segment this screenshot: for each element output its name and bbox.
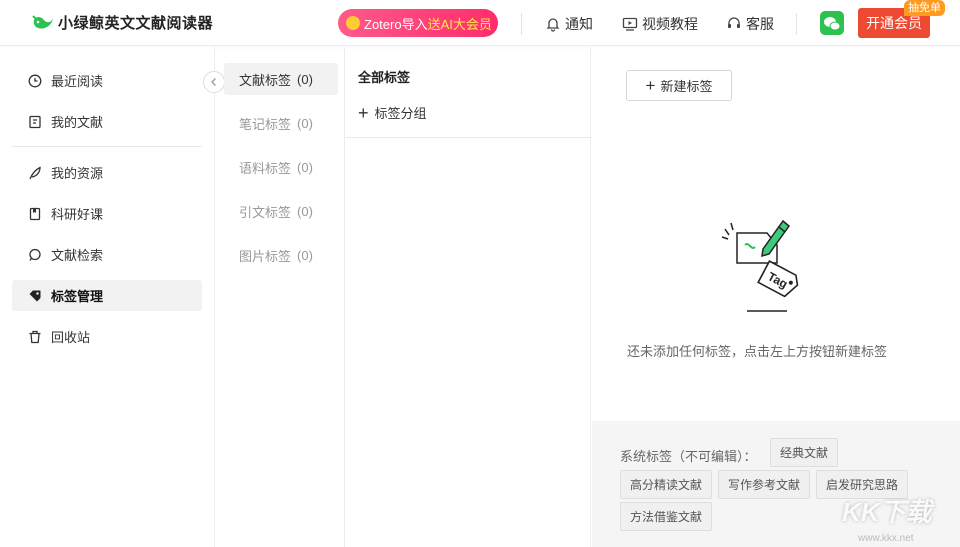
sidebar-item-label: 回收站 bbox=[51, 330, 91, 345]
app-logo[interactable]: 小绿鲸英文文献阅读器 bbox=[32, 12, 213, 33]
watermark-logo: KK下载 bbox=[842, 497, 932, 527]
promo-highlight: 送AI大会员 bbox=[427, 16, 492, 32]
whale-logo-icon bbox=[32, 14, 53, 29]
sidebar: 最近阅读 我的文献 我的资源 科研好课 文献检索 标签管理 回收站 bbox=[0, 47, 215, 547]
system-tag[interactable]: 经典文献 bbox=[770, 438, 839, 467]
sidebar-item-label: 最近阅读 bbox=[51, 74, 104, 89]
add-tag-group-button[interactable]: + 标签分组 bbox=[358, 103, 427, 122]
empty-state-message: 还未添加任何标签，点击左上方按钮新建标签 bbox=[627, 344, 888, 359]
category-label: 笔记标签 bbox=[239, 116, 292, 132]
app-title: 小绿鲸英文文献阅读器 bbox=[58, 15, 214, 32]
sidebar-item-label: 我的文献 bbox=[51, 115, 104, 130]
all-tags-heading[interactable]: 全部标签 bbox=[358, 67, 410, 86]
sidebar-divider bbox=[12, 146, 202, 147]
video-tutorial-button[interactable]: 视频教程 bbox=[622, 14, 698, 34]
video-label: 视频教程 bbox=[642, 16, 698, 32]
vip-badge: 抽免单 bbox=[904, 0, 945, 16]
tag-category-notes[interactable]: 笔记标签 (0) bbox=[224, 107, 338, 139]
notify-label: 通知 bbox=[565, 16, 593, 32]
system-tags-label: 系统标签（不可编辑）： bbox=[620, 449, 757, 464]
heart-icon bbox=[346, 16, 360, 30]
search-icon bbox=[29, 248, 41, 261]
tag-category-citations[interactable]: 引文标签 (0) bbox=[224, 195, 338, 227]
watermark-url: www.kkx.net bbox=[858, 533, 914, 544]
category-count: (0) bbox=[297, 115, 313, 131]
zotero-promo-banner[interactable]: Zotero导入 送AI大会员 bbox=[338, 9, 498, 37]
sidebar-item-resources[interactable]: 我的资源 bbox=[12, 157, 202, 188]
app-header: 小绿鲸英文文献阅读器 Zotero导入 送AI大会员 通知 视频教程 客服 开通… bbox=[0, 0, 960, 46]
video-icon bbox=[622, 17, 638, 31]
plus-icon: + bbox=[645, 76, 656, 95]
tag-icon bbox=[29, 290, 41, 301]
tag-category-corpus[interactable]: 语料标签 (0) bbox=[224, 151, 338, 183]
bookmark-icon bbox=[29, 207, 41, 220]
trash-icon bbox=[29, 330, 41, 343]
sidebar-item-courses[interactable]: 科研好课 bbox=[12, 198, 202, 229]
new-tag-button[interactable]: + 新建标签 bbox=[626, 70, 732, 101]
sidebar-item-label: 标签管理 bbox=[51, 289, 104, 304]
new-tag-label: 新建标签 bbox=[660, 79, 713, 94]
tag-category-papers[interactable]: 文献标签 (0) bbox=[224, 63, 338, 95]
feather-icon bbox=[29, 165, 41, 179]
tag-group-panel: 全部标签 + 标签分组 bbox=[346, 47, 591, 547]
sidebar-item-trash[interactable]: 回收站 bbox=[12, 321, 202, 352]
sidebar-item-label: 文献检索 bbox=[51, 248, 104, 263]
system-tag[interactable]: 写作参考文献 bbox=[718, 470, 811, 499]
category-count: (0) bbox=[297, 247, 313, 263]
system-tag[interactable]: 高分精读文献 bbox=[620, 470, 713, 499]
category-label: 引文标签 bbox=[239, 204, 292, 220]
header-divider bbox=[521, 13, 522, 35]
header-divider bbox=[796, 13, 797, 35]
sidebar-item-label: 我的资源 bbox=[51, 166, 104, 181]
category-count: (0) bbox=[297, 71, 313, 87]
headset-icon bbox=[728, 17, 740, 28]
category-label: 文献标签 bbox=[239, 72, 292, 88]
tag-category-list: 文献标签 (0) 笔记标签 (0) 语料标签 (0) 引文标签 (0) 图片标签… bbox=[216, 47, 345, 547]
bell-icon bbox=[546, 18, 560, 32]
plus-icon: + bbox=[358, 102, 369, 123]
category-label: 语料标签 bbox=[239, 160, 292, 176]
empty-tag-illustration: Tag bbox=[721, 219, 799, 312]
service-label: 客服 bbox=[746, 16, 774, 32]
add-group-label: 标签分组 bbox=[374, 106, 427, 121]
tag-category-images[interactable]: 图片标签 (0) bbox=[224, 239, 338, 271]
sidebar-item-tag-management[interactable]: 标签管理 bbox=[12, 280, 202, 311]
category-label: 图片标签 bbox=[239, 248, 292, 264]
sidebar-item-label: 科研好课 bbox=[51, 207, 104, 222]
system-tag[interactable]: 方法借鉴文献 bbox=[620, 502, 713, 531]
clock-icon bbox=[28, 74, 42, 87]
customer-service-button[interactable]: 客服 bbox=[726, 14, 774, 34]
notify-button[interactable]: 通知 bbox=[545, 14, 593, 34]
category-count: (0) bbox=[297, 203, 313, 219]
document-icon bbox=[29, 115, 41, 128]
wechat-icon[interactable] bbox=[820, 11, 844, 35]
sidebar-item-search[interactable]: 文献检索 bbox=[12, 239, 202, 270]
group-divider bbox=[346, 137, 591, 138]
promo-prefix: Zotero导入 bbox=[364, 16, 428, 32]
sidebar-item-my-papers[interactable]: 我的文献 bbox=[12, 106, 202, 137]
category-count: (0) bbox=[297, 159, 313, 175]
sidebar-item-recent[interactable]: 最近阅读 bbox=[12, 65, 202, 96]
